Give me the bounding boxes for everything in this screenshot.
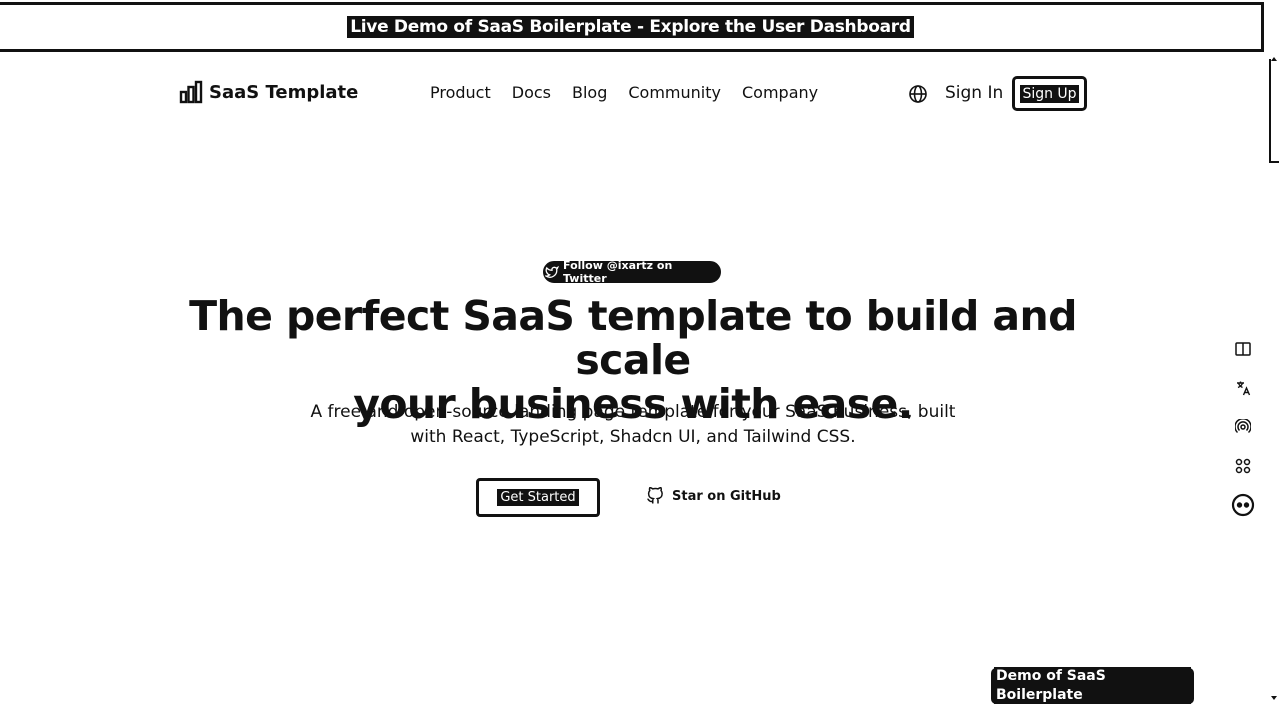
site-logo[interactable]: SaaS Template xyxy=(179,80,358,104)
book-icon[interactable] xyxy=(1230,338,1256,360)
top-announcement-banner[interactable]: Live Demo of SaaS Boilerplate - Explore … xyxy=(0,2,1264,52)
grid-icon[interactable] xyxy=(1230,455,1256,477)
twitter-follow-text: Follow @ixartz on Twitter xyxy=(563,259,673,285)
get-started-label: Get Started xyxy=(497,489,579,506)
nav-link-product[interactable]: Product xyxy=(430,82,491,104)
github-icon xyxy=(646,487,664,505)
hero-subtitle: A free and open-source landing page temp… xyxy=(280,400,986,450)
star-on-github-label: Star on GitHub xyxy=(672,488,781,504)
nav-link-community[interactable]: Community xyxy=(628,82,721,104)
nav-link-company[interactable]: Company xyxy=(742,82,818,104)
twitter-follow-badge[interactable]: Follow @ixartz on Twitter xyxy=(543,259,721,285)
demo-badge-label: Demo of SaaS Boilerplate xyxy=(994,667,1191,704)
globe-icon[interactable] xyxy=(908,84,928,104)
hero-subtitle-line-1: A free and open-source landing page temp… xyxy=(310,402,956,422)
get-started-button[interactable]: Get Started xyxy=(476,478,600,517)
demo-badge-button[interactable]: Demo of SaaS Boilerplate xyxy=(991,667,1194,704)
page-scrollbar[interactable] xyxy=(1267,55,1280,704)
bar-chart-icon xyxy=(179,80,203,104)
nav-link-docs[interactable]: Docs xyxy=(512,82,551,104)
twitter-icon xyxy=(545,265,559,279)
star-on-github-button[interactable]: Star on GitHub xyxy=(646,487,781,505)
hero-title-line-1: The perfect SaaS template to build and s… xyxy=(189,292,1077,384)
face-icon[interactable] xyxy=(1230,493,1256,517)
sign-up-label: Sign Up xyxy=(1020,84,1079,103)
logo-text: SaaS Template xyxy=(209,81,359,103)
sign-in-link[interactable]: Sign In xyxy=(945,82,1003,104)
scroll-thumb[interactable] xyxy=(1269,59,1279,163)
banner-text: Live Demo of SaaS Boilerplate - Explore … xyxy=(347,16,914,38)
nav-link-blog[interactable]: Blog xyxy=(572,82,607,104)
broadcast-icon[interactable] xyxy=(1230,416,1256,438)
translate-icon[interactable] xyxy=(1230,377,1256,399)
sign-up-button[interactable]: Sign Up xyxy=(1012,76,1087,111)
main-nav: Product Docs Blog Community Company xyxy=(430,82,818,104)
hero-subtitle-line-2: with React, TypeScript, Shadcn UI, and T… xyxy=(410,427,856,447)
scroll-down-icon[interactable] xyxy=(1271,696,1277,700)
